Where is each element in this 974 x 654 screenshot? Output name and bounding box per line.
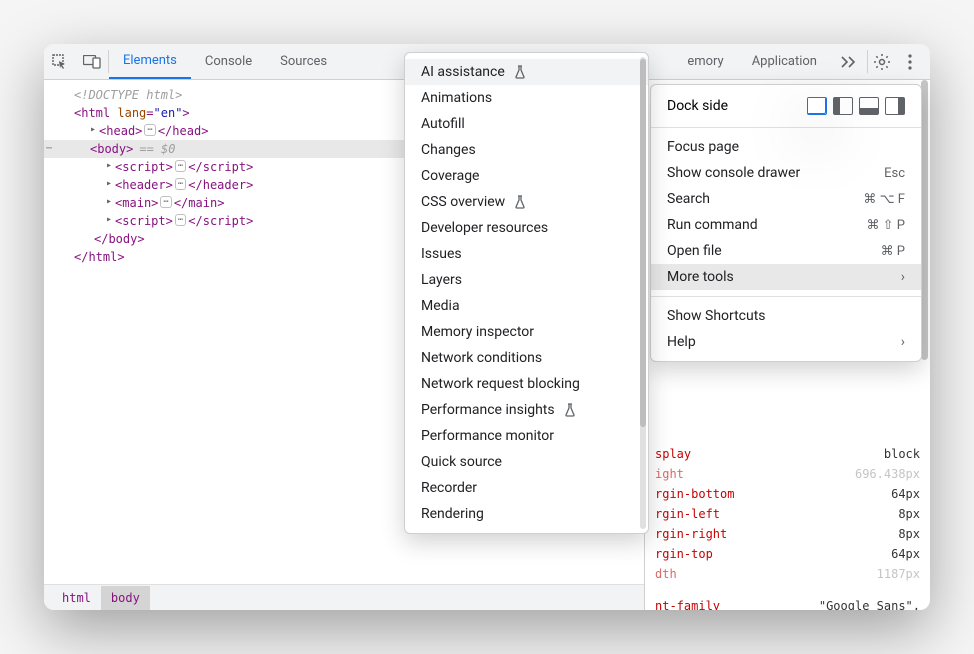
more-tools-item[interactable]: Recorder xyxy=(405,475,648,501)
more-tools-item[interactable]: Performance monitor xyxy=(405,423,648,449)
settings-menu-row[interactable]: Show Shortcuts xyxy=(651,303,921,329)
more-tools-item[interactable]: CSS overview xyxy=(405,189,648,215)
settings-menu-row[interactable]: Show console drawerEsc xyxy=(651,160,921,186)
more-tools-item[interactable]: Developer resources xyxy=(405,215,648,241)
breadcrumb-body[interactable]: body xyxy=(101,586,150,610)
menu-separator xyxy=(651,296,921,297)
dock-side-row: Dock side xyxy=(651,91,921,121)
inspect-icon[interactable] xyxy=(44,44,76,79)
dock-bottom-icon[interactable] xyxy=(859,97,879,115)
gear-icon[interactable] xyxy=(868,48,896,76)
kebab-icon[interactable] xyxy=(896,48,924,76)
tab-application[interactable]: Application xyxy=(738,44,831,79)
settings-menu: Dock side Focus pageShow console drawerE… xyxy=(650,84,922,362)
settings-menu-row[interactable]: More tools› xyxy=(651,264,921,290)
style-row[interactable]: splayblock xyxy=(655,444,920,464)
more-tools-menu: AI assistanceAnimationsAutofillChangesCo… xyxy=(404,52,649,534)
breadcrumb: html body xyxy=(44,584,644,610)
dock-side-label: Dock side xyxy=(667,98,728,114)
style-row[interactable]: rgin-bottom64px xyxy=(655,484,920,504)
shortcut-label: ⌘ ⌥ F xyxy=(863,192,905,207)
more-tools-item[interactable]: Changes xyxy=(405,137,648,163)
style-row[interactable]: ight696.438px xyxy=(655,464,920,484)
more-tools-item[interactable]: Media xyxy=(405,293,648,319)
more-tools-item[interactable]: Network request blocking xyxy=(405,371,648,397)
breadcrumb-html[interactable]: html xyxy=(52,586,101,610)
dock-window-icon[interactable] xyxy=(807,97,827,115)
scrollbar-thumb[interactable] xyxy=(640,59,646,427)
style-row[interactable]: dth1187px xyxy=(655,564,920,584)
shortcut-label: Esc xyxy=(884,166,905,181)
tab-memory-partial[interactable]: emory xyxy=(647,44,737,79)
style-row[interactable]: nt-family"Google Sans", xyxy=(655,596,920,610)
dock-left-icon[interactable] xyxy=(833,97,853,115)
more-tools-item[interactable]: Layers xyxy=(405,267,648,293)
more-tools-item[interactable]: Animations xyxy=(405,85,648,111)
flask-icon xyxy=(563,403,577,417)
menu-separator xyxy=(651,127,921,128)
style-row[interactable]: rgin-right8px xyxy=(655,524,920,544)
flask-icon xyxy=(513,195,527,209)
style-row[interactable]: rgin-top64px xyxy=(655,544,920,564)
devtools-window: Elements Console Sources emory Applicati… xyxy=(44,44,930,610)
chevron-right-icon: › xyxy=(901,334,905,350)
settings-menu-row[interactable]: Help› xyxy=(651,329,921,355)
dock-right-icon[interactable] xyxy=(885,97,905,115)
shortcut-label: ⌘ ⇧ P xyxy=(866,218,905,233)
settings-menu-row[interactable]: Search⌘ ⌥ F xyxy=(651,186,921,212)
more-tools-item[interactable]: AI assistance xyxy=(405,59,648,85)
more-tools-item[interactable]: Issues xyxy=(405,241,648,267)
scrollbar-thumb[interactable] xyxy=(921,80,928,360)
tab-sources[interactable]: Sources xyxy=(266,44,341,79)
more-tools-item[interactable]: Rendering xyxy=(405,501,648,527)
more-tools-item[interactable]: Memory inspector xyxy=(405,319,648,345)
more-tools-item[interactable]: Coverage xyxy=(405,163,648,189)
submenu-scrollbar[interactable] xyxy=(640,57,646,529)
more-tools-item[interactable]: Network conditions xyxy=(405,345,648,371)
flask-icon xyxy=(513,65,527,79)
style-row[interactable]: rgin-left8px xyxy=(655,504,920,524)
shortcut-label: ⌘ P xyxy=(881,244,905,259)
more-tools-item[interactable]: Performance insights xyxy=(405,397,648,423)
tab-console[interactable]: Console xyxy=(191,44,266,79)
more-tools-item[interactable]: Autofill xyxy=(405,111,648,137)
styles-scrollbar[interactable] xyxy=(921,80,928,610)
tab-elements[interactable]: Elements xyxy=(109,44,191,79)
settings-menu-row[interactable]: Focus page xyxy=(651,134,921,160)
device-toggle-icon[interactable] xyxy=(76,44,108,79)
settings-menu-row[interactable]: Open file⌘ P xyxy=(651,238,921,264)
tabs-overflow-button[interactable] xyxy=(831,44,867,79)
chevron-right-icon: › xyxy=(901,269,905,285)
more-tools-item[interactable]: Quick source xyxy=(405,449,648,475)
settings-menu-row[interactable]: Run command⌘ ⇧ P xyxy=(651,212,921,238)
